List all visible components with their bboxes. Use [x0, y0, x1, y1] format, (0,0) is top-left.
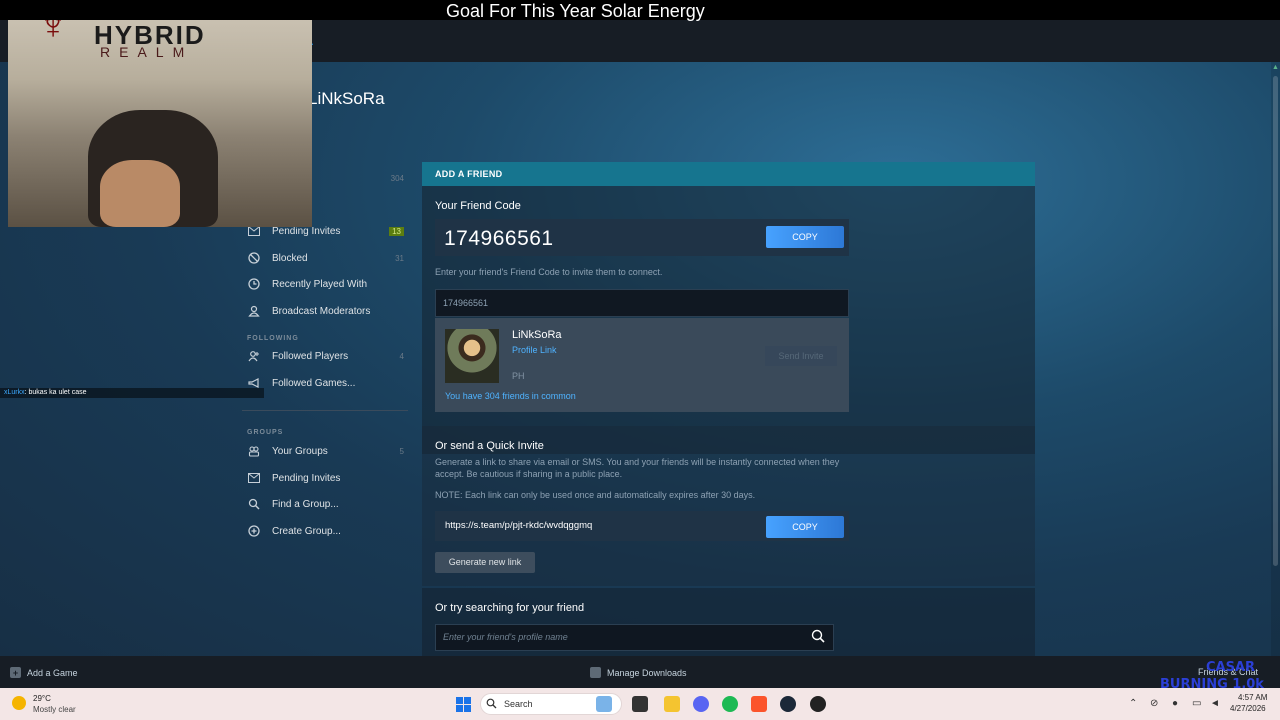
sidebar-item-broadcast-moderators[interactable]: Broadcast Moderators	[242, 299, 410, 323]
discord-icon[interactable]	[693, 696, 709, 712]
network-icon[interactable]: ⊘	[1150, 698, 1158, 709]
sidebar-item-followed-players[interactable]: Followed Players 4	[242, 344, 410, 368]
sidebar-item-followed-games[interactable]: Followed Games...	[242, 371, 410, 395]
sidebar-item-label: Broadcast Moderators	[272, 305, 371, 317]
sidebar-item-label: Pending Invites	[272, 225, 341, 237]
plus-circle-icon	[247, 524, 261, 538]
sidebar-item-create-group[interactable]: Create Group...	[242, 519, 410, 543]
sidebar-item-count: 4	[399, 351, 404, 361]
result-name: LiNkSoRa	[512, 329, 562, 341]
task-view-icon[interactable]	[632, 696, 648, 712]
add-friend-header-label: ADD A FRIEND	[435, 169, 503, 179]
webcam-overlay: ♆ HYBRID REALM	[8, 0, 312, 227]
scrollbar-thumb[interactable]	[1273, 76, 1278, 566]
sidebar-item-label: Create Group...	[272, 525, 341, 537]
followed-players-icon	[247, 349, 261, 363]
friend-code-input[interactable]: 174966561	[435, 289, 849, 317]
stream-chat-message: xLurkx: bukas ka ulet case	[0, 388, 264, 398]
microphone-icon[interactable]: ●	[1172, 698, 1178, 709]
windows-start-icon[interactable]	[455, 696, 471, 712]
copy-code-button[interactable]: COPY	[766, 226, 844, 248]
groups-header: GROUPS	[247, 429, 284, 436]
sidebar-item-label: Blocked	[272, 252, 308, 264]
search-icon	[485, 697, 497, 709]
search-friend-title: Or try searching for your friend	[435, 602, 585, 614]
webcam-person-face	[100, 160, 180, 227]
copy-link-button[interactable]: COPY	[766, 516, 844, 538]
plus-icon: +	[10, 667, 21, 678]
profile-link[interactable]: Profile Link	[512, 345, 557, 355]
groups-icon	[247, 444, 261, 458]
profile-name: LiNkSoRa	[308, 89, 385, 108]
sidebar-item-label: Find a Group...	[272, 498, 339, 510]
display-icon[interactable]: ▭	[1192, 698, 1201, 709]
tray-chevron-icon[interactable]: ⌃	[1129, 698, 1137, 709]
clock-date[interactable]: 4/27/2026	[1230, 704, 1266, 713]
add-game-label: Add a Game	[27, 667, 78, 678]
sidebar-item-label: Followed Games...	[272, 377, 356, 389]
stream-title: Goal For This Year Solar Energy	[446, 1, 705, 21]
sidebar-item-group-pending-invites[interactable]: Pending Invites	[242, 466, 410, 490]
hybrid-realm-logo-sub: REALM	[100, 44, 194, 60]
sidebar-item-label: Recently Played With	[272, 278, 368, 290]
quick-invite-title: Or send a Quick Invite	[435, 440, 544, 452]
friend-code-hint: Enter your friend's Friend Code to invit…	[435, 267, 663, 277]
clock-icon	[247, 277, 261, 291]
volume-icon[interactable]: ◄	[1210, 698, 1220, 709]
quick-invite-description: Generate a link to share via email or SM…	[435, 457, 840, 479]
clock-time[interactable]: 4:57 AM	[1238, 693, 1267, 702]
stream-overlay-text-1: CASAR	[1206, 660, 1256, 675]
friend-code-title: Your Friend Code	[435, 200, 521, 212]
weather-temperature[interactable]: 29°C	[33, 694, 51, 703]
steam-icon[interactable]	[780, 696, 796, 712]
sidebar-item-label: Followed Players	[272, 350, 349, 362]
envelope-icon	[247, 471, 261, 485]
moderator-icon	[247, 304, 261, 318]
avatar[interactable]	[445, 329, 499, 383]
chat-text: : bukas ka ulet case	[24, 389, 87, 396]
search-icon[interactable]	[811, 629, 825, 648]
sidebar-item-label: Pending Invites	[272, 472, 341, 484]
steam-bottom-bar: + Add a Game Manage Downloads Friends & …	[0, 656, 1280, 688]
generate-link-button[interactable]: Generate new link	[435, 552, 535, 573]
invite-link-text: https://s.team/p/pjt-rkdc/wvdqggmq	[445, 520, 593, 531]
stream-title-bar: Goal For This Year Solar Energy	[0, 0, 1280, 21]
sidebar-item-blocked[interactable]: Blocked 31	[242, 246, 410, 270]
spotify-icon[interactable]	[722, 696, 738, 712]
following-header: FOLLOWING	[247, 335, 299, 342]
stream-overlay-text-2: BURNING 1.0k	[1160, 677, 1264, 692]
sidebar-item-recently-played[interactable]: Recently Played With	[242, 272, 410, 296]
scroll-up-icon[interactable]: ▲	[1272, 64, 1279, 71]
sidebar-item-label: Your Groups	[272, 445, 328, 457]
download-icon	[590, 667, 601, 678]
result-country: PH	[512, 371, 525, 381]
sidebar-item-count: 31	[395, 253, 404, 263]
add-friend-header: ADD A FRIEND	[422, 162, 1035, 186]
pending-count-badge: 13	[389, 226, 404, 236]
file-explorer-icon[interactable]	[664, 696, 680, 712]
search-highlight-icon	[596, 696, 612, 712]
manage-downloads-button[interactable]: Manage Downloads	[590, 667, 687, 678]
friend-code-value: 174966561	[444, 227, 554, 250]
send-invite-button[interactable]: Send Invite	[765, 346, 837, 366]
sidebar-item-count: 5	[399, 446, 404, 456]
search-icon	[247, 497, 261, 511]
manage-downloads-label: Manage Downloads	[607, 667, 687, 678]
friends-in-common-link[interactable]: You have 304 friends in common	[445, 391, 576, 401]
blocked-icon	[247, 251, 261, 265]
obs-icon[interactable]	[810, 696, 826, 712]
sidebar-item-find-group[interactable]: Find a Group...	[242, 492, 410, 516]
weather-icon[interactable]	[12, 696, 26, 710]
add-game-button[interactable]: + Add a Game	[10, 667, 78, 678]
sidebar-item-your-groups[interactable]: Your Groups 5	[242, 439, 410, 463]
quick-invite-note: NOTE: Each link can only be used once an…	[435, 490, 756, 500]
taskbar-search-label: Search	[504, 699, 533, 709]
search-friend-placeholder: Enter your friend's profile name	[443, 632, 568, 642]
brave-browser-icon[interactable]	[751, 696, 767, 712]
chat-user: xLurkx	[4, 389, 25, 396]
weather-description[interactable]: Mostly clear	[33, 705, 76, 714]
sidebar-divider	[242, 410, 408, 411]
sidebar-item-count: 304	[390, 173, 404, 183]
